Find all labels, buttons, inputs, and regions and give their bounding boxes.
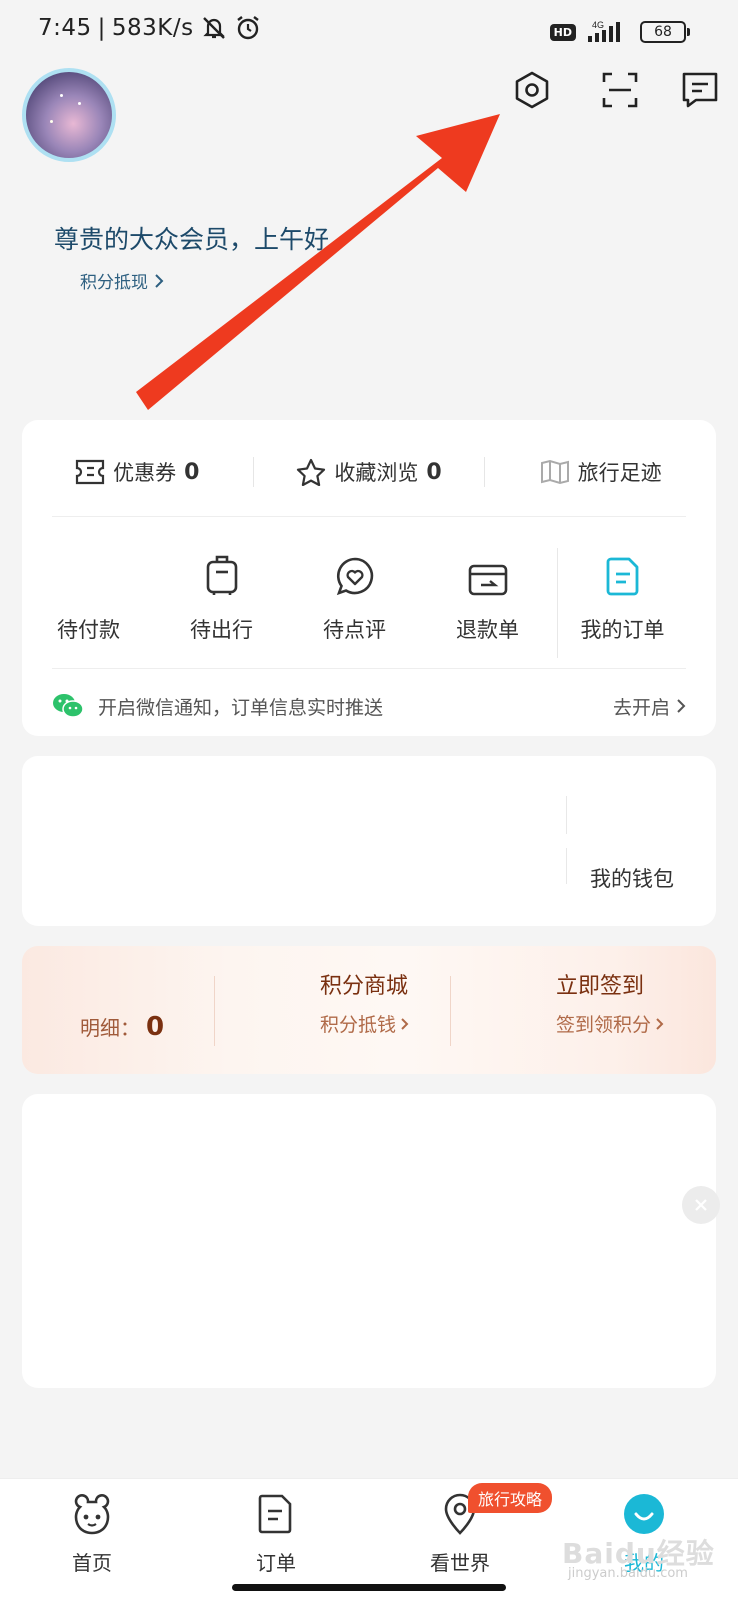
divider <box>214 976 215 1046</box>
chevron-right-icon <box>676 698 686 714</box>
order-all[interactable]: 我的订单 <box>557 548 687 658</box>
shortcut-label: 收藏浏览 <box>334 461 419 485</box>
points-card: 明细： 0 积分商城 积分抵钱 立即签到 签到领积分 <box>22 946 716 1074</box>
order-label: 退款单 <box>456 618 519 642</box>
mute-icon <box>200 14 228 42</box>
shortcut-favorites[interactable]: 收藏浏览 0 <box>254 457 485 487</box>
luggage-icon <box>205 548 239 596</box>
order-label: 待点评 <box>323 618 386 642</box>
home-icon <box>72 1489 112 1539</box>
close-icon[interactable] <box>682 1186 720 1224</box>
message-icon[interactable] <box>680 70 720 110</box>
points-detail[interactable]: 明细： 0 <box>80 1012 164 1042</box>
points-detail-value: 0 <box>146 1012 165 1042</box>
svg-text:4G: 4G <box>592 20 604 30</box>
shortcut-coupons[interactable]: 优惠券 0 <box>22 457 253 487</box>
signal-icon: 4G <box>586 20 630 44</box>
chevron-right-icon <box>655 1017 664 1031</box>
wechat-notify-bar[interactable]: 开启微信通知，订单信息实时推送 去开启 <box>52 682 686 730</box>
review-heart-icon <box>335 548 375 596</box>
status-right: HD 4G 68 <box>549 20 690 44</box>
hd-badge: HD <box>549 23 576 41</box>
order-pending-travel[interactable]: 待出行 <box>155 548 288 658</box>
alarm-icon <box>234 14 262 42</box>
order-icon <box>258 1489 294 1539</box>
order-label: 待出行 <box>190 618 253 642</box>
order-refund[interactable]: 退款单 <box>421 548 554 658</box>
points-detail-label: 明细： <box>80 1016 140 1040</box>
wechat-icon <box>52 692 84 720</box>
greeting: 尊贵的大众会员，上午好 <box>54 225 330 254</box>
coupon-count: 0 <box>184 459 200 485</box>
sign-in-title: 立即签到 <box>556 974 645 999</box>
points-mall[interactable]: 积分商城 积分抵钱 <box>320 968 409 1037</box>
battery-indicator: 68 <box>640 21 690 43</box>
content-card <box>22 1094 716 1388</box>
status-left: 7:45 | 583K/s <box>38 14 262 42</box>
divider <box>450 976 451 1046</box>
refund-icon <box>468 548 508 596</box>
avatar[interactable] <box>22 68 116 162</box>
tab-label: 订单 <box>256 1551 296 1575</box>
status-bar: 7:45 | 583K/s HD 4G 68 <box>0 0 738 64</box>
tab-orders[interactable]: 订单 <box>216 1479 336 1589</box>
shortcut-label: 优惠券 <box>113 461 177 485</box>
star-icon <box>296 458 326 486</box>
enable-notify-button[interactable]: 去开启 <box>613 693 686 720</box>
travel-guide-badge: 旅行攻略 <box>468 1483 553 1513</box>
sign-in-sub: 签到领积分 <box>556 1010 664 1037</box>
tab-home[interactable]: 首页 <box>32 1479 152 1589</box>
chevron-right-icon <box>154 273 164 289</box>
order-label: 待付款 <box>57 618 120 642</box>
map-icon <box>540 459 570 485</box>
coupon-icon <box>75 459 105 485</box>
order-pending-review[interactable]: 待点评 <box>288 548 421 658</box>
shortcut-footprints[interactable]: 旅行足迹 <box>485 457 716 487</box>
orders-card: 优惠券 0 收藏浏览 0 旅行足迹 待付款 待出行 待点评 退款单 我的订单 开… <box>22 420 716 736</box>
my-orders-icon <box>606 548 640 596</box>
my-wallet-link[interactable]: 我的钱包 <box>590 863 674 893</box>
points-mall-sub: 积分抵钱 <box>320 1010 409 1037</box>
status-speed: 583K/s <box>111 15 194 41</box>
divider <box>566 848 567 884</box>
settings-icon[interactable] <box>512 70 552 110</box>
tab-label: 首页 <box>72 1551 112 1575</box>
sign-in[interactable]: 立即签到 签到领积分 <box>556 968 664 1037</box>
shortcut-label: 旅行足迹 <box>577 461 662 485</box>
wallet-card: 我的钱包 <box>22 756 716 926</box>
watermark-url: jingyan.baidu.com <box>568 1566 688 1581</box>
divider <box>566 796 567 834</box>
scan-icon[interactable] <box>600 70 640 110</box>
chevron-right-icon <box>400 1017 409 1031</box>
home-indicator[interactable] <box>232 1584 506 1591</box>
order-status-row: 待付款 待出行 待点评 退款单 我的订单 <box>22 548 716 658</box>
favorites-count: 0 <box>426 459 442 485</box>
shortcut-row: 优惠券 0 收藏浏览 0 旅行足迹 <box>22 448 716 496</box>
status-time: 7:45 <box>38 15 92 41</box>
tab-label: 看世界 <box>430 1551 490 1575</box>
enable-notify-label: 去开启 <box>612 696 670 719</box>
wechat-notify-text: 开启微信通知，订单信息实时推送 <box>98 696 384 719</box>
order-pending-payment[interactable]: 待付款 <box>22 548 155 658</box>
points-cash-link[interactable]: 积分抵现 <box>80 268 164 293</box>
divider <box>52 516 686 517</box>
divider <box>52 668 686 669</box>
order-label: 我的订单 <box>580 618 665 642</box>
points-cash-label: 积分抵现 <box>80 273 148 293</box>
points-mall-title: 积分商城 <box>320 974 409 999</box>
